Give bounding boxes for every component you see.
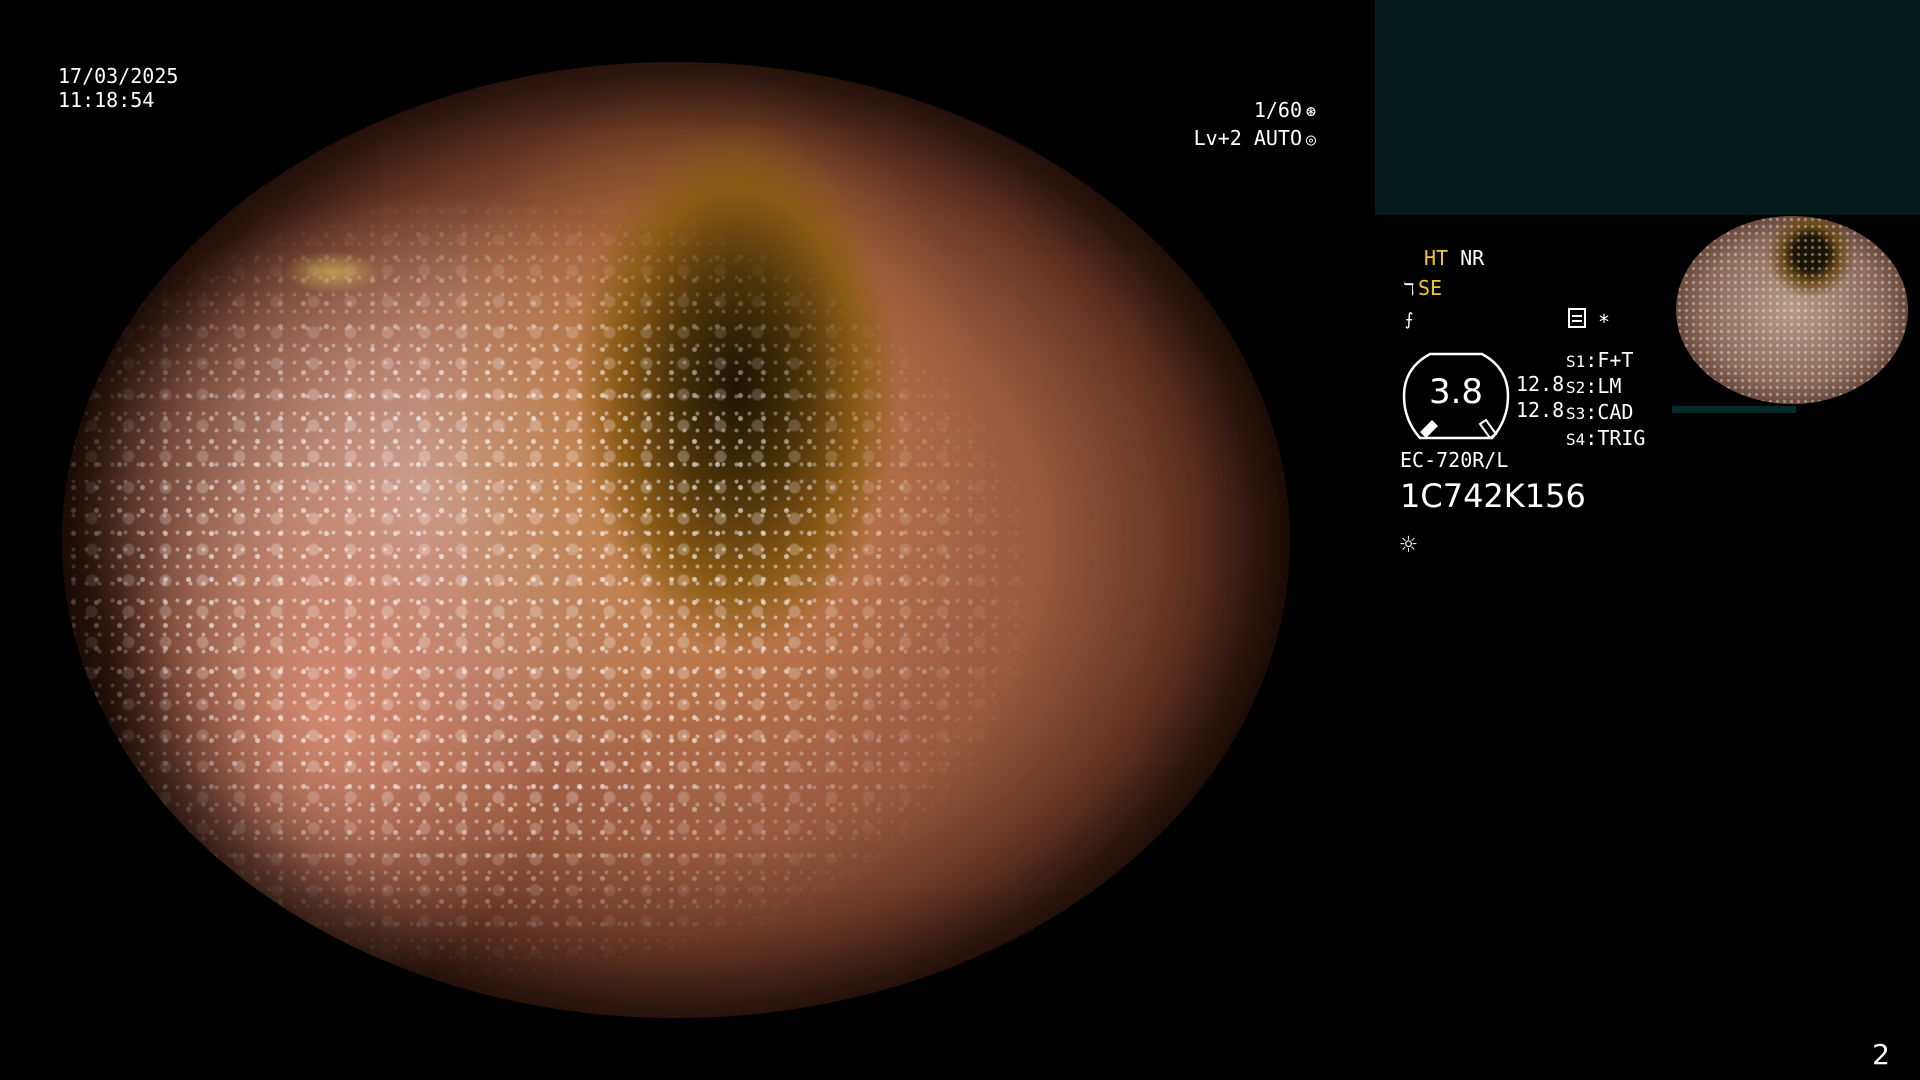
page-number: 2 [1872, 1038, 1890, 1071]
gauge-top-reading: 12.8 [1516, 372, 1565, 396]
switch-value: CAD [1597, 400, 1634, 424]
shutter-readout: 1/60 ⊛ [1254, 98, 1320, 124]
switch-row: S1:F+T [1566, 348, 1634, 372]
gauge-left-marker [1420, 420, 1438, 438]
thumbnail-preview [1676, 216, 1908, 404]
switch-key: S2 [1566, 378, 1586, 397]
switch-list: S1:F+T S2:LM S3:CAD S4:TRIG [1566, 348, 1645, 452]
mode-row-ht: HT NR [1424, 246, 1484, 270]
switch-row: S2:LM [1566, 374, 1622, 398]
scope-icon: ℸ [1403, 280, 1415, 300]
view-vignette [62, 62, 1290, 1018]
aperture-icon: ⊛ [1305, 102, 1317, 122]
switch-key: S3 [1566, 404, 1586, 423]
light-source-icon: ☼ [1400, 528, 1417, 561]
gauge-right-marker [1478, 418, 1498, 440]
scope-serial: 1C742K156 [1400, 477, 1586, 515]
endoscope-view [62, 62, 1290, 1018]
level-readout: Lv+2 AUTO ◎ [1194, 126, 1320, 152]
date-label: 17/03/2025 [58, 64, 179, 88]
switch-row: S3:CAD [1566, 400, 1634, 424]
mode-row-se: ℸ SE [1400, 276, 1443, 302]
level-value: Lv+2 [1193, 126, 1242, 150]
thumbnail-status-bar [1672, 406, 1796, 413]
se-indicator: SE [1418, 276, 1443, 300]
nr-indicator: NR [1460, 246, 1485, 270]
freeze-row: ⨍ [1400, 306, 1418, 332]
auto-iris-icon: ◎ [1305, 130, 1317, 150]
switch-value: F+T [1597, 348, 1634, 372]
switch-row: S4:TRIG [1566, 426, 1646, 450]
secondary-display-panel [1375, 0, 1920, 215]
gauge-bottom-reading: 12.8 [1516, 398, 1565, 422]
freeze-icon: ⨍ [1404, 310, 1414, 330]
switch-key: S4 [1566, 430, 1586, 449]
shutter-value: 1/60 [1253, 98, 1302, 122]
asterisk-indicator: * [1598, 310, 1611, 334]
menu-list-icon [1568, 308, 1586, 328]
mode-value: AUTO [1253, 126, 1302, 150]
switch-value: LM [1597, 374, 1622, 398]
time-label: 11:18:54 [58, 88, 155, 112]
scope-model: EC-720R/L [1400, 448, 1509, 472]
switch-key: S1 [1566, 352, 1586, 371]
gauge-value: 3.8 [1428, 372, 1484, 412]
ht-indicator: HT [1424, 246, 1449, 270]
switch-value: TRIG [1597, 426, 1646, 450]
